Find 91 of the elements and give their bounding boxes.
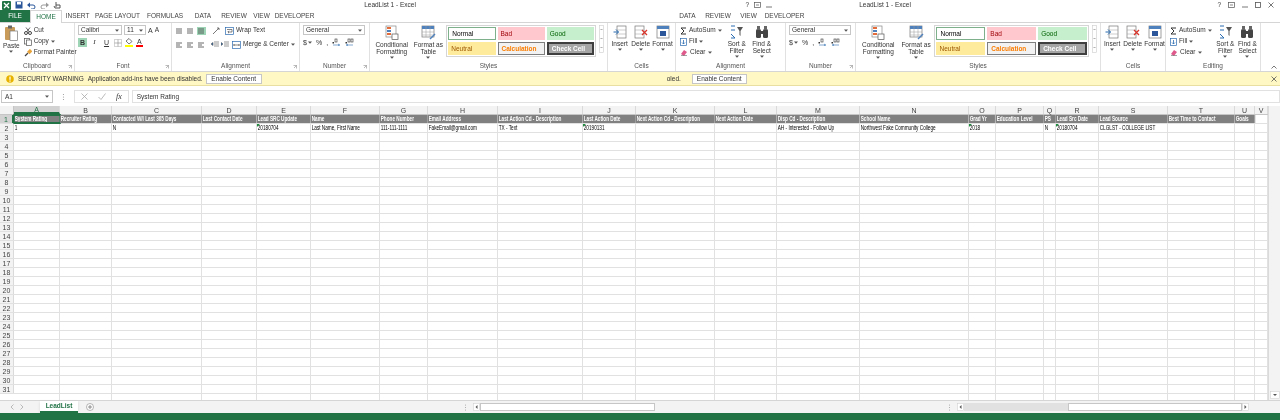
caret-icon bbox=[115, 28, 119, 32]
caret-icon bbox=[139, 28, 143, 32]
close-icon[interactable] bbox=[1271, 75, 1277, 82]
increase-indent-icon bbox=[221, 41, 229, 48]
caret-icon bbox=[1152, 48, 1157, 51]
align-left-icon[interactable] bbox=[175, 40, 184, 49]
caret-icon bbox=[699, 40, 704, 43]
check-icon[interactable] bbox=[98, 93, 106, 100]
caret-icon bbox=[50, 40, 55, 43]
gallery-scroll-icon[interactable] bbox=[1092, 25, 1097, 53]
caret-icon bbox=[638, 48, 643, 51]
caret-icon bbox=[734, 55, 739, 58]
align-center-icon[interactable] bbox=[186, 40, 195, 49]
dialog-launcher-icon[interactable] bbox=[849, 65, 853, 69]
close-icon[interactable] bbox=[1268, 2, 1274, 8]
caret-icon bbox=[1245, 55, 1250, 58]
insert-function-button[interactable]: fx bbox=[116, 92, 122, 101]
scroll-thumb[interactable] bbox=[480, 403, 655, 411]
restore-ribbon-icon[interactable] bbox=[1228, 2, 1235, 8]
sigma-icon bbox=[1170, 26, 1177, 35]
vertical-align-icon[interactable] bbox=[186, 26, 195, 35]
sigma-icon bbox=[680, 26, 687, 35]
restore-ribbon-icon[interactable] bbox=[754, 2, 761, 8]
binoculars-icon bbox=[1240, 25, 1255, 39]
caret-icon bbox=[1130, 48, 1135, 51]
caret-icon bbox=[1110, 48, 1115, 51]
increase-decimal-icon bbox=[332, 38, 342, 46]
save-icon[interactable] bbox=[15, 1, 23, 9]
decrease-decimal-icon bbox=[831, 38, 841, 46]
caret-icon bbox=[793, 40, 798, 44]
wrap-text-icon bbox=[225, 26, 234, 35]
warning-icon bbox=[6, 74, 14, 83]
increase-decimal-icon bbox=[818, 38, 828, 46]
redo-icon[interactable] bbox=[40, 1, 49, 9]
caret-icon bbox=[9, 50, 14, 53]
fill-bucket-icon bbox=[125, 38, 133, 47]
decrease-decimal-icon bbox=[345, 38, 355, 46]
vertical-scrollbar[interactable] bbox=[1268, 106, 1280, 400]
scroll-down-icon[interactable] bbox=[1269, 391, 1280, 399]
caret-icon bbox=[1197, 51, 1202, 54]
caret-icon bbox=[307, 40, 312, 44]
align-right-icon[interactable] bbox=[197, 40, 206, 49]
caret-icon bbox=[717, 29, 722, 32]
merge-cells-icon bbox=[232, 40, 241, 49]
dialog-launcher-icon[interactable] bbox=[363, 65, 367, 69]
eraser-icon bbox=[680, 49, 688, 56]
paintbrush-icon bbox=[23, 48, 32, 57]
copy-icon bbox=[23, 37, 32, 46]
next-sheet-icon[interactable] bbox=[20, 404, 24, 410]
caret-icon bbox=[914, 56, 919, 59]
scroll-thumb[interactable] bbox=[1068, 403, 1242, 411]
binoculars-icon bbox=[754, 25, 769, 39]
caret-icon bbox=[1189, 40, 1194, 43]
text-orientation-icon bbox=[212, 26, 222, 35]
caret-icon bbox=[707, 51, 712, 54]
borders-icon bbox=[114, 38, 122, 47]
scroll-left-icon[interactable] bbox=[957, 403, 964, 411]
decrease-indent-icon bbox=[211, 41, 219, 48]
caret-icon bbox=[426, 56, 431, 59]
caret-icon bbox=[759, 55, 764, 58]
fill-down-icon bbox=[680, 37, 687, 46]
caret-icon bbox=[45, 95, 49, 98]
caret-icon bbox=[617, 48, 622, 51]
fill-down-icon bbox=[1170, 37, 1177, 46]
sort-filter-icon bbox=[729, 25, 745, 39]
dialog-launcher-icon[interactable] bbox=[293, 65, 297, 69]
scroll-left-icon[interactable] bbox=[473, 403, 480, 411]
caret-icon bbox=[844, 28, 848, 32]
scissors-icon bbox=[23, 26, 32, 35]
add-sheet-icon[interactable] bbox=[86, 403, 94, 411]
gallery-scroll-icon[interactable] bbox=[599, 25, 604, 53]
vertical-align-icon[interactable] bbox=[197, 26, 206, 35]
caret-icon bbox=[389, 56, 394, 59]
dialog-launcher-icon[interactable] bbox=[165, 65, 169, 69]
caret-icon bbox=[1223, 55, 1228, 58]
sort-filter-icon bbox=[1217, 25, 1233, 39]
hand-pointer-icon[interactable] bbox=[53, 1, 61, 9]
caret-icon bbox=[1207, 29, 1212, 32]
undo-icon[interactable] bbox=[27, 1, 36, 9]
scroll-right-icon[interactable] bbox=[1242, 403, 1249, 411]
caret-icon bbox=[358, 28, 362, 32]
maximize-icon[interactable] bbox=[1255, 2, 1261, 8]
caret-icon bbox=[290, 43, 295, 46]
eraser-icon bbox=[1170, 49, 1178, 56]
vertical-align-icon[interactable] bbox=[175, 26, 184, 35]
dialog-launcher-icon[interactable] bbox=[68, 65, 72, 69]
caret-icon bbox=[660, 48, 665, 51]
collapse-ribbon-icon[interactable] bbox=[1271, 65, 1277, 69]
cancel-icon[interactable] bbox=[81, 93, 88, 100]
previous-sheet-icon[interactable] bbox=[10, 404, 14, 410]
caret-icon bbox=[876, 56, 881, 59]
